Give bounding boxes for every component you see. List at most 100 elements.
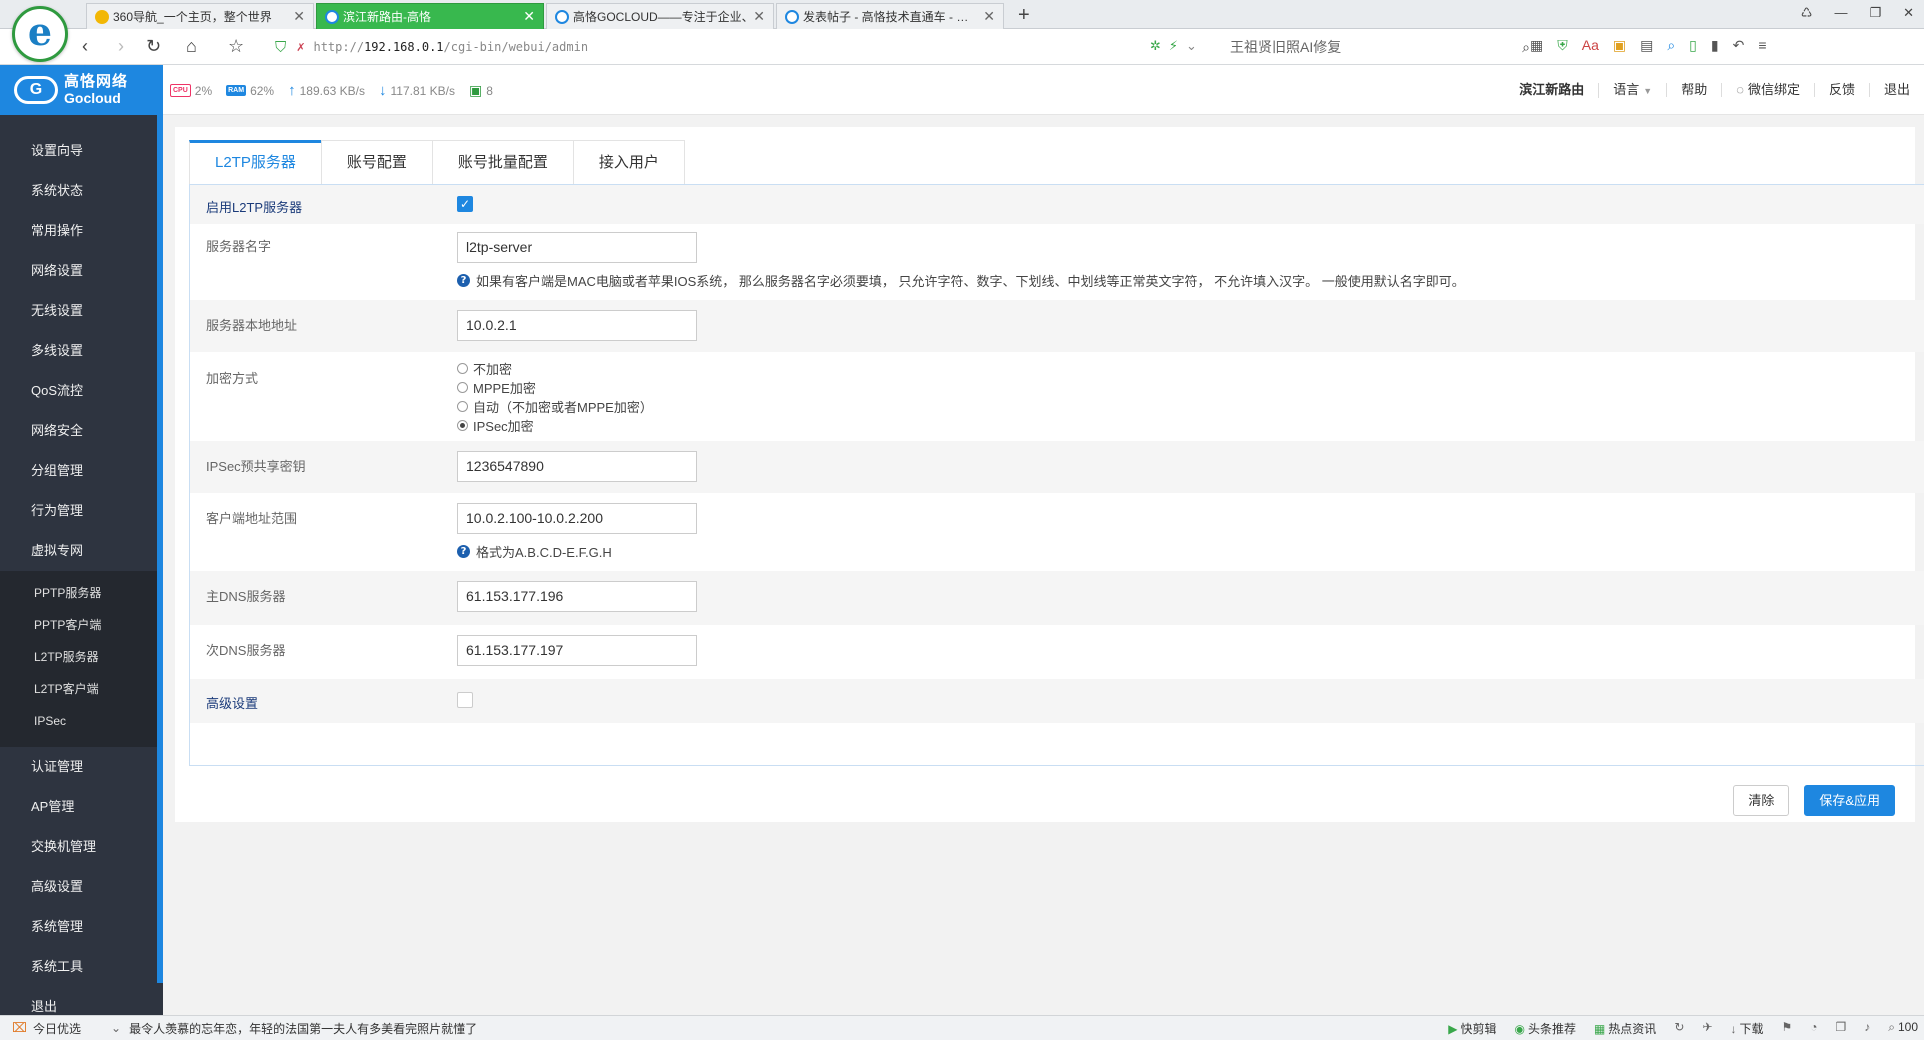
image-icon[interactable]: ▤ — [1640, 37, 1653, 54]
save-apply-button[interactable]: 保存&应用 — [1804, 785, 1895, 816]
encryption-option-auto[interactable]: 自动（不加密或者MPPE加密） — [457, 397, 1924, 416]
sidebar-item-exit[interactable]: 退出 — [0, 987, 163, 1015]
sidebar-subitem-l2tp-server[interactable]: L2TP服务器 — [0, 641, 163, 673]
tab-account-config[interactable]: 账号配置 — [320, 140, 433, 184]
back-icon[interactable]: ‹ — [82, 36, 88, 57]
translate-icon[interactable]: Aa — [1582, 37, 1599, 54]
window-icon[interactable]: ❐ — [1835, 1020, 1846, 1037]
lightning-icon[interactable]: ⚡ — [1169, 38, 1178, 54]
enable-checkbox[interactable]: ✓ — [457, 196, 473, 212]
refresh-icon[interactable]: ↻ — [146, 36, 161, 57]
star-icon[interactable]: ☆ — [228, 36, 244, 57]
help-link[interactable]: 帮助 — [1666, 83, 1721, 97]
brand-logo[interactable]: G 高恪网络 Gocloud — [0, 65, 163, 115]
search-input[interactable]: 王祖贤旧照AI修复 ⌕ — [1230, 35, 1530, 59]
radio-button-selected[interactable] — [457, 420, 468, 431]
feedback-link[interactable]: 反馈 — [1813, 83, 1869, 97]
sidebar-item-setup-wizard[interactable]: 设置向导 — [0, 131, 163, 171]
server-name-input[interactable]: l2tp-server — [457, 232, 697, 263]
browser-tab-router[interactable]: 滨江新路由-高恪 ✕ — [316, 3, 544, 29]
clear-button[interactable]: 清除 — [1733, 785, 1790, 816]
chevron-down-icon[interactable]: ⌄ — [111, 1021, 121, 1035]
encryption-option-none[interactable]: 不加密 — [457, 359, 1924, 378]
menu-icon[interactable]: ≡ — [1758, 37, 1766, 54]
client-range-input[interactable]: 10.0.2.100-10.0.2.200 — [457, 503, 697, 534]
reader-icon[interactable]: ▯ — [1689, 37, 1697, 54]
apps-icon[interactable]: ▦ — [1530, 37, 1543, 54]
close-icon[interactable]: ✕ — [523, 8, 535, 25]
sidebar-subitem-pptp-client[interactable]: PPTP客户端 — [0, 609, 163, 641]
download-item[interactable]: ↓ 下载 — [1730, 1020, 1763, 1037]
news-ticker[interactable]: 最令人羡慕的忘年恋，年轻的法国第一夫人有多美看完照片就懂了 — [129, 1020, 477, 1037]
security-icon[interactable]: ⛨ — [1557, 37, 1568, 54]
zoom-item[interactable]: ⌕ 100 — [1888, 1020, 1918, 1037]
sidebar-item-vpn[interactable]: 虚拟专网 — [0, 531, 163, 571]
cleanup-icon[interactable]: ◔ — [1810, 1020, 1817, 1037]
sidebar-item-advanced[interactable]: 高级设置 — [0, 867, 163, 907]
sidebar-subitem-l2tp-client[interactable]: L2TP客户端 — [0, 673, 163, 705]
new-tab-button[interactable]: + — [1018, 4, 1030, 27]
phone-icon[interactable]: ▮ — [1711, 37, 1719, 54]
undo-icon[interactable]: ↶ — [1733, 37, 1745, 54]
sidebar-item-wireless[interactable]: 无线设置 — [0, 291, 163, 331]
today-picks[interactable]: ⌧ 今日优选 — [12, 1020, 81, 1037]
sidebar-item-common-ops[interactable]: 常用操作 — [0, 211, 163, 251]
radio-button[interactable] — [457, 382, 468, 393]
refresh-icon[interactable]: ↻ — [1674, 1020, 1684, 1037]
restore-icon[interactable]: ❐ — [1869, 5, 1881, 21]
encryption-option-ipsec[interactable]: IPSec加密 — [457, 416, 1924, 435]
primary-dns-input[interactable]: 61.153.177.196 — [457, 581, 697, 612]
language-menu[interactable]: 语言 ▼ — [1598, 82, 1666, 98]
logout-link[interactable]: 退出 — [1868, 83, 1924, 97]
zoom-icon[interactable]: ⌕ — [1667, 37, 1675, 54]
sidebar-item-auth[interactable]: 认证管理 — [0, 747, 163, 787]
sidebar-item-tools[interactable]: 系统工具 — [0, 947, 163, 987]
sidebar-item-network[interactable]: 网络设置 — [0, 251, 163, 291]
sidebar-item-ap[interactable]: AP管理 — [0, 787, 163, 827]
screenshot-icon[interactable]: ▣ — [1613, 37, 1626, 54]
tab-connected-users[interactable]: 接入用户 — [572, 140, 685, 184]
advanced-checkbox[interactable] — [457, 692, 473, 708]
secondary-dns-input[interactable]: 61.153.177.197 — [457, 635, 697, 666]
sidebar-subitem-pptp-server[interactable]: PPTP服务器 — [0, 577, 163, 609]
radio-button[interactable] — [457, 401, 468, 412]
radio-button[interactable] — [457, 363, 468, 374]
sidebar-item-groups[interactable]: 分组管理 — [0, 451, 163, 491]
sidebar-item-qos[interactable]: QoS流控 — [0, 371, 163, 411]
encryption-option-mppe[interactable]: MPPE加密 — [457, 378, 1924, 397]
url-field[interactable]: ⛉ ✗ http:// 192.168.0.1 /cgi-bin/webui/a… — [275, 35, 1205, 59]
close-icon[interactable]: ✕ — [983, 8, 995, 25]
browser-tab-360[interactable]: 360导航_一个主页，整个世界 ✕ — [86, 3, 314, 29]
browser-tab-gocloud[interactable]: 高恪GOCLOUD——专注于企业、网 ✕ — [546, 3, 774, 29]
speed-icon[interactable]: ✲ — [1150, 38, 1161, 54]
shirt-icon[interactable]: ♺ — [1801, 5, 1813, 21]
headline-item[interactable]: ◉ 头条推荐 — [1514, 1020, 1576, 1037]
close-icon[interactable]: ✕ — [293, 8, 305, 25]
sidebar-item-multiline[interactable]: 多线设置 — [0, 331, 163, 371]
hot-news-item[interactable]: ▦ 热点资讯 — [1594, 1020, 1656, 1037]
close-window-icon[interactable]: ✕ — [1903, 5, 1914, 21]
browser-tab-post[interactable]: 发表帖子 - 高恪技术直通车 - … ✕ — [776, 3, 1004, 29]
sidebar-item-security[interactable]: 网络安全 — [0, 411, 163, 451]
tab-l2tp-server[interactable]: L2TP服务器 — [189, 140, 322, 184]
sidebar-item-switch[interactable]: 交换机管理 — [0, 827, 163, 867]
minimize-icon[interactable]: — — [1834, 5, 1847, 21]
psk-input[interactable]: 1236547890 — [457, 451, 697, 482]
sidebar-item-system-status[interactable]: 系统状态 — [0, 171, 163, 211]
quick-edit-item[interactable]: ▶ 快剪辑 — [1448, 1020, 1496, 1037]
search-icon[interactable]: ⌕ — [1522, 39, 1530, 56]
sidebar-subitem-ipsec[interactable]: IPSec — [0, 705, 163, 737]
home-icon[interactable]: ⌂ — [186, 36, 197, 57]
chevron-down-icon[interactable]: ⌄ — [1186, 38, 1197, 54]
volume-icon[interactable]: ♪ — [1864, 1020, 1870, 1037]
flag-icon[interactable]: ⚑ — [1781, 1020, 1792, 1037]
forward-icon[interactable]: › — [118, 36, 124, 57]
wechat-bind-link[interactable]: ◌ 微信绑定 — [1721, 83, 1814, 97]
sidebar-item-behavior[interactable]: 行为管理 — [0, 491, 163, 531]
local-address-input[interactable]: 10.0.2.1 — [457, 310, 697, 341]
sidebar-item-system-mgmt[interactable]: 系统管理 — [0, 907, 163, 947]
pin-icon[interactable]: ✈ — [1702, 1020, 1712, 1037]
tab-batch-account-config[interactable]: 账号批量配置 — [431, 140, 574, 184]
browser-logo[interactable]: e — [12, 6, 68, 62]
close-icon[interactable]: ✕ — [753, 8, 765, 25]
